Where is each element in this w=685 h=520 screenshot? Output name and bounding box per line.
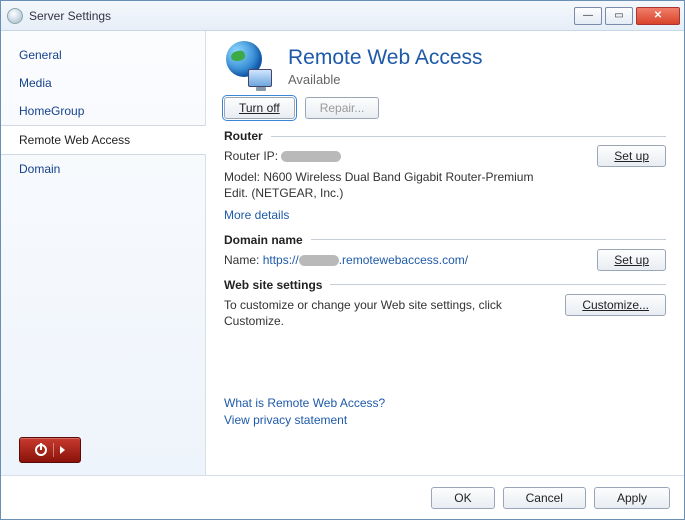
separator: [53, 443, 54, 457]
cancel-button[interactable]: Cancel: [503, 487, 586, 509]
privacy-link[interactable]: View privacy statement: [224, 413, 347, 427]
minimize-button[interactable]: —: [574, 7, 602, 25]
sidebar-item-remote-web-access[interactable]: Remote Web Access: [1, 125, 206, 155]
what-is-link[interactable]: What is Remote Web Access?: [224, 396, 385, 410]
router-ip-redacted: [281, 151, 341, 162]
customize-label: Customize...: [582, 298, 649, 312]
titlebar: Server Settings — ▭ ✕: [1, 1, 684, 31]
sidebar-item-general[interactable]: General: [1, 41, 205, 69]
domain-name-label: Name:: [224, 253, 259, 267]
chevron-right-icon: [60, 446, 65, 454]
status-text: Available: [288, 72, 483, 87]
domain-heading: Domain name: [224, 233, 303, 247]
header: Remote Web Access Available: [224, 41, 666, 91]
router-model-value: N600 Wireless Dual Band Gigabit Router-P…: [224, 170, 533, 200]
turn-off-button[interactable]: Turn off: [224, 97, 295, 119]
domain-url-suffix: .remotewebaccess.com/: [339, 253, 468, 267]
domain-url-link[interactable]: https:// .remotewebaccess.com/: [263, 253, 468, 267]
customize-button[interactable]: Customize...: [565, 294, 666, 316]
help-links: What is Remote Web Access? View privacy …: [224, 393, 385, 427]
domain-url-prefix: https://: [263, 253, 299, 267]
rule: [330, 284, 666, 285]
rule: [271, 136, 666, 137]
turn-off-label: Turn off: [239, 101, 280, 115]
router-model-row: Model: N600 Wireless Dual Band Gigabit R…: [224, 169, 554, 201]
action-row: Turn off Repair...: [224, 97, 666, 119]
router-model-label: Model:: [224, 170, 260, 184]
sidebar: General Media HomeGroup Remote Web Acces…: [1, 31, 206, 475]
app-icon: [7, 8, 23, 24]
repair-button: Repair...: [305, 97, 380, 119]
sidebar-item-media[interactable]: Media: [1, 69, 205, 97]
router-section: Router Router IP: Model: N600 Wireless D…: [224, 129, 666, 223]
domain-redacted: [299, 255, 339, 266]
window-buttons: — ▭ ✕: [574, 7, 680, 25]
ok-button[interactable]: OK: [431, 487, 494, 509]
domain-section: Domain name Name: https:// .remotewebacce…: [224, 233, 666, 268]
window-title: Server Settings: [29, 9, 574, 23]
domain-setup-label: Set up: [614, 253, 649, 267]
remote-web-access-icon: [224, 41, 274, 91]
close-button[interactable]: ✕: [636, 7, 680, 25]
sidebar-item-homegroup[interactable]: HomeGroup: [1, 97, 205, 125]
web-section: Web site settings To customize or change…: [224, 278, 666, 329]
more-details-link[interactable]: More details: [224, 208, 289, 222]
router-setup-button[interactable]: Set up: [597, 145, 666, 167]
router-heading: Router: [224, 129, 263, 143]
rule: [311, 239, 666, 240]
apply-button[interactable]: Apply: [594, 487, 670, 509]
content: Remote Web Access Available Turn off Rep…: [206, 31, 684, 475]
maximize-button[interactable]: ▭: [605, 7, 633, 25]
page-title: Remote Web Access: [288, 46, 483, 70]
sidebar-item-domain[interactable]: Domain: [1, 155, 205, 183]
window: Server Settings — ▭ ✕ General Media Home…: [0, 0, 685, 520]
router-setup-label: Set up: [614, 149, 649, 163]
shutdown-button[interactable]: [19, 437, 81, 463]
web-desc: To customize or change your Web site set…: [224, 297, 534, 329]
power-icon: [35, 444, 47, 456]
monitor-icon: [248, 69, 272, 87]
domain-setup-button[interactable]: Set up: [597, 249, 666, 271]
router-ip-label: Router IP:: [224, 149, 278, 163]
web-heading: Web site settings: [224, 278, 322, 292]
footer: OK Cancel Apply: [1, 475, 684, 519]
body: General Media HomeGroup Remote Web Acces…: [1, 31, 684, 475]
